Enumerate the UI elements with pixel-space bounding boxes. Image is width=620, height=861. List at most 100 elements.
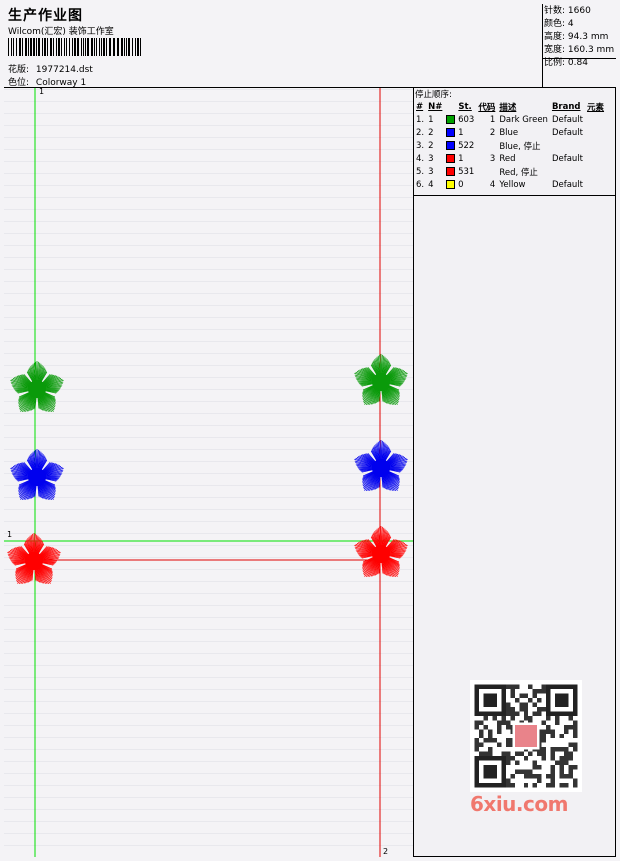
row-brand: [550, 165, 585, 178]
color-swatch: [446, 153, 456, 163]
barcode-bar: [83, 38, 84, 56]
col-needle: N#: [428, 101, 443, 112]
barcode-bar: [66, 38, 67, 56]
row-element: [585, 165, 606, 178]
row-stitches: 1: [444, 126, 476, 139]
barcode-bar: [74, 38, 76, 56]
row-needle: 2: [428, 127, 434, 138]
row-stitch-count: 603: [458, 114, 475, 125]
barcode-bar: [72, 38, 73, 56]
row-brand: [550, 139, 585, 152]
height-label: 高度:: [544, 32, 566, 42]
blue-flower-right: [354, 440, 408, 492]
stop-sequence-panel: 停止顺序: # N# St. 代码 描述 Brand 元素 1. 1 603 1 Da…: [414, 88, 616, 196]
barcode-bar: [126, 38, 127, 56]
barcode-bar: [87, 38, 89, 56]
row-description: Blue: [499, 127, 519, 138]
barcode-bar: [117, 38, 119, 56]
barcode-bar: [109, 38, 111, 56]
barcode-bar: [96, 38, 97, 56]
stop-row: 6. 4 0 4 Yellow Default: [414, 178, 606, 191]
barcode-bar: [103, 38, 105, 56]
pattern-label: 花版:: [8, 65, 30, 75]
row-brand: Default: [551, 127, 584, 138]
colors-value: 4: [567, 19, 574, 29]
height-stat: 高度: 94.3 mm: [544, 31, 616, 44]
barcode-bar: [81, 38, 82, 56]
row-description: Yellow: [499, 179, 526, 190]
company-name: Wilcom(汇宏) 装饰工作室: [8, 27, 114, 37]
barcode-bar: [113, 38, 115, 56]
row-index: 5.: [416, 166, 425, 177]
colorway-label: 色位:: [8, 78, 30, 88]
row-stitches: 603: [444, 113, 476, 126]
barcode-bar: [11, 38, 12, 56]
barcode-bar: [121, 38, 123, 56]
width-value: 160.3 mm: [567, 45, 615, 55]
color-swatch: [446, 127, 456, 137]
stop-sequence-table: # N# St. 代码 描述 Brand 元素 1. 1 603 1 Dark Gre…: [414, 100, 606, 191]
barcode-bar: [22, 38, 23, 56]
barcode-bar: [50, 38, 52, 56]
barcode-bar: [106, 38, 107, 56]
row-description: Blue, 停止: [499, 141, 541, 152]
barcode-bar: [64, 38, 65, 56]
barcode-bar: [25, 38, 27, 56]
row-element: [585, 126, 606, 139]
colorway-row: 色位: Colorway 1: [8, 75, 86, 88]
row-brand: Default: [551, 114, 584, 125]
row-code: 3: [489, 153, 496, 164]
guide-label-green: 1: [39, 88, 45, 96]
barcode-bar: [101, 38, 102, 56]
row-stitches: 531: [444, 165, 476, 178]
row-code: [476, 165, 497, 178]
width-stat: 宽度: 160.3 mm: [544, 44, 616, 57]
ratio-value: 0.84: [567, 58, 588, 68]
row-code: 4: [489, 179, 496, 190]
page-title: 生产作业图: [8, 8, 83, 24]
barcode-bar: [8, 38, 9, 56]
row-needle: 4: [428, 179, 434, 190]
color-swatch: [446, 179, 456, 189]
row-brand: Default: [551, 179, 584, 190]
barcode-bar: [47, 38, 48, 56]
barcode-bar: [16, 38, 17, 56]
row-stitch-count: 531: [458, 166, 475, 177]
barcode-bar: [132, 38, 133, 56]
barcode-bar: [56, 38, 57, 56]
barcode-bar: [36, 38, 37, 56]
barcode-bar: [19, 38, 21, 56]
col-index: #: [416, 101, 424, 112]
row-element: [585, 152, 606, 165]
row-stitch-count: 0: [458, 179, 464, 190]
barcode-bar: [91, 38, 93, 56]
barcode-bar: [124, 38, 125, 56]
col-code: 代码: [478, 102, 496, 113]
row-description: Red: [499, 153, 516, 164]
barcode-bar: [77, 38, 79, 56]
barcode-bar: [38, 38, 40, 56]
row-index: 3.: [416, 140, 425, 151]
barcode-bar: [44, 38, 46, 56]
watermark-logo: 6xiu.com: [470, 792, 568, 816]
barcode-bar: [53, 38, 54, 56]
stop-table-header: # N# St. 代码 描述 Brand 元素: [414, 100, 606, 113]
col-element: 元素: [587, 102, 605, 113]
barcode-bar: [28, 38, 29, 56]
guide-label-green-h: 1: [7, 530, 13, 539]
row-code: 1: [489, 114, 496, 125]
green-flower-left: [10, 361, 64, 413]
row-description: Dark Green: [499, 114, 548, 125]
row-index: 6.: [416, 179, 425, 190]
color-swatch: [446, 140, 456, 150]
barcode-bar: [30, 38, 32, 56]
row-stitches: 1: [444, 152, 476, 165]
pattern-row: 花版: 1977214.dst: [8, 62, 93, 75]
col-description: 描述: [499, 102, 517, 113]
barcode-bar: [99, 38, 100, 56]
blue-flower-left: [10, 449, 64, 501]
row-brand: Default: [551, 153, 584, 164]
width-label: 宽度:: [544, 45, 566, 55]
col-stitches: St.: [458, 101, 472, 112]
color-swatch: [446, 166, 456, 176]
